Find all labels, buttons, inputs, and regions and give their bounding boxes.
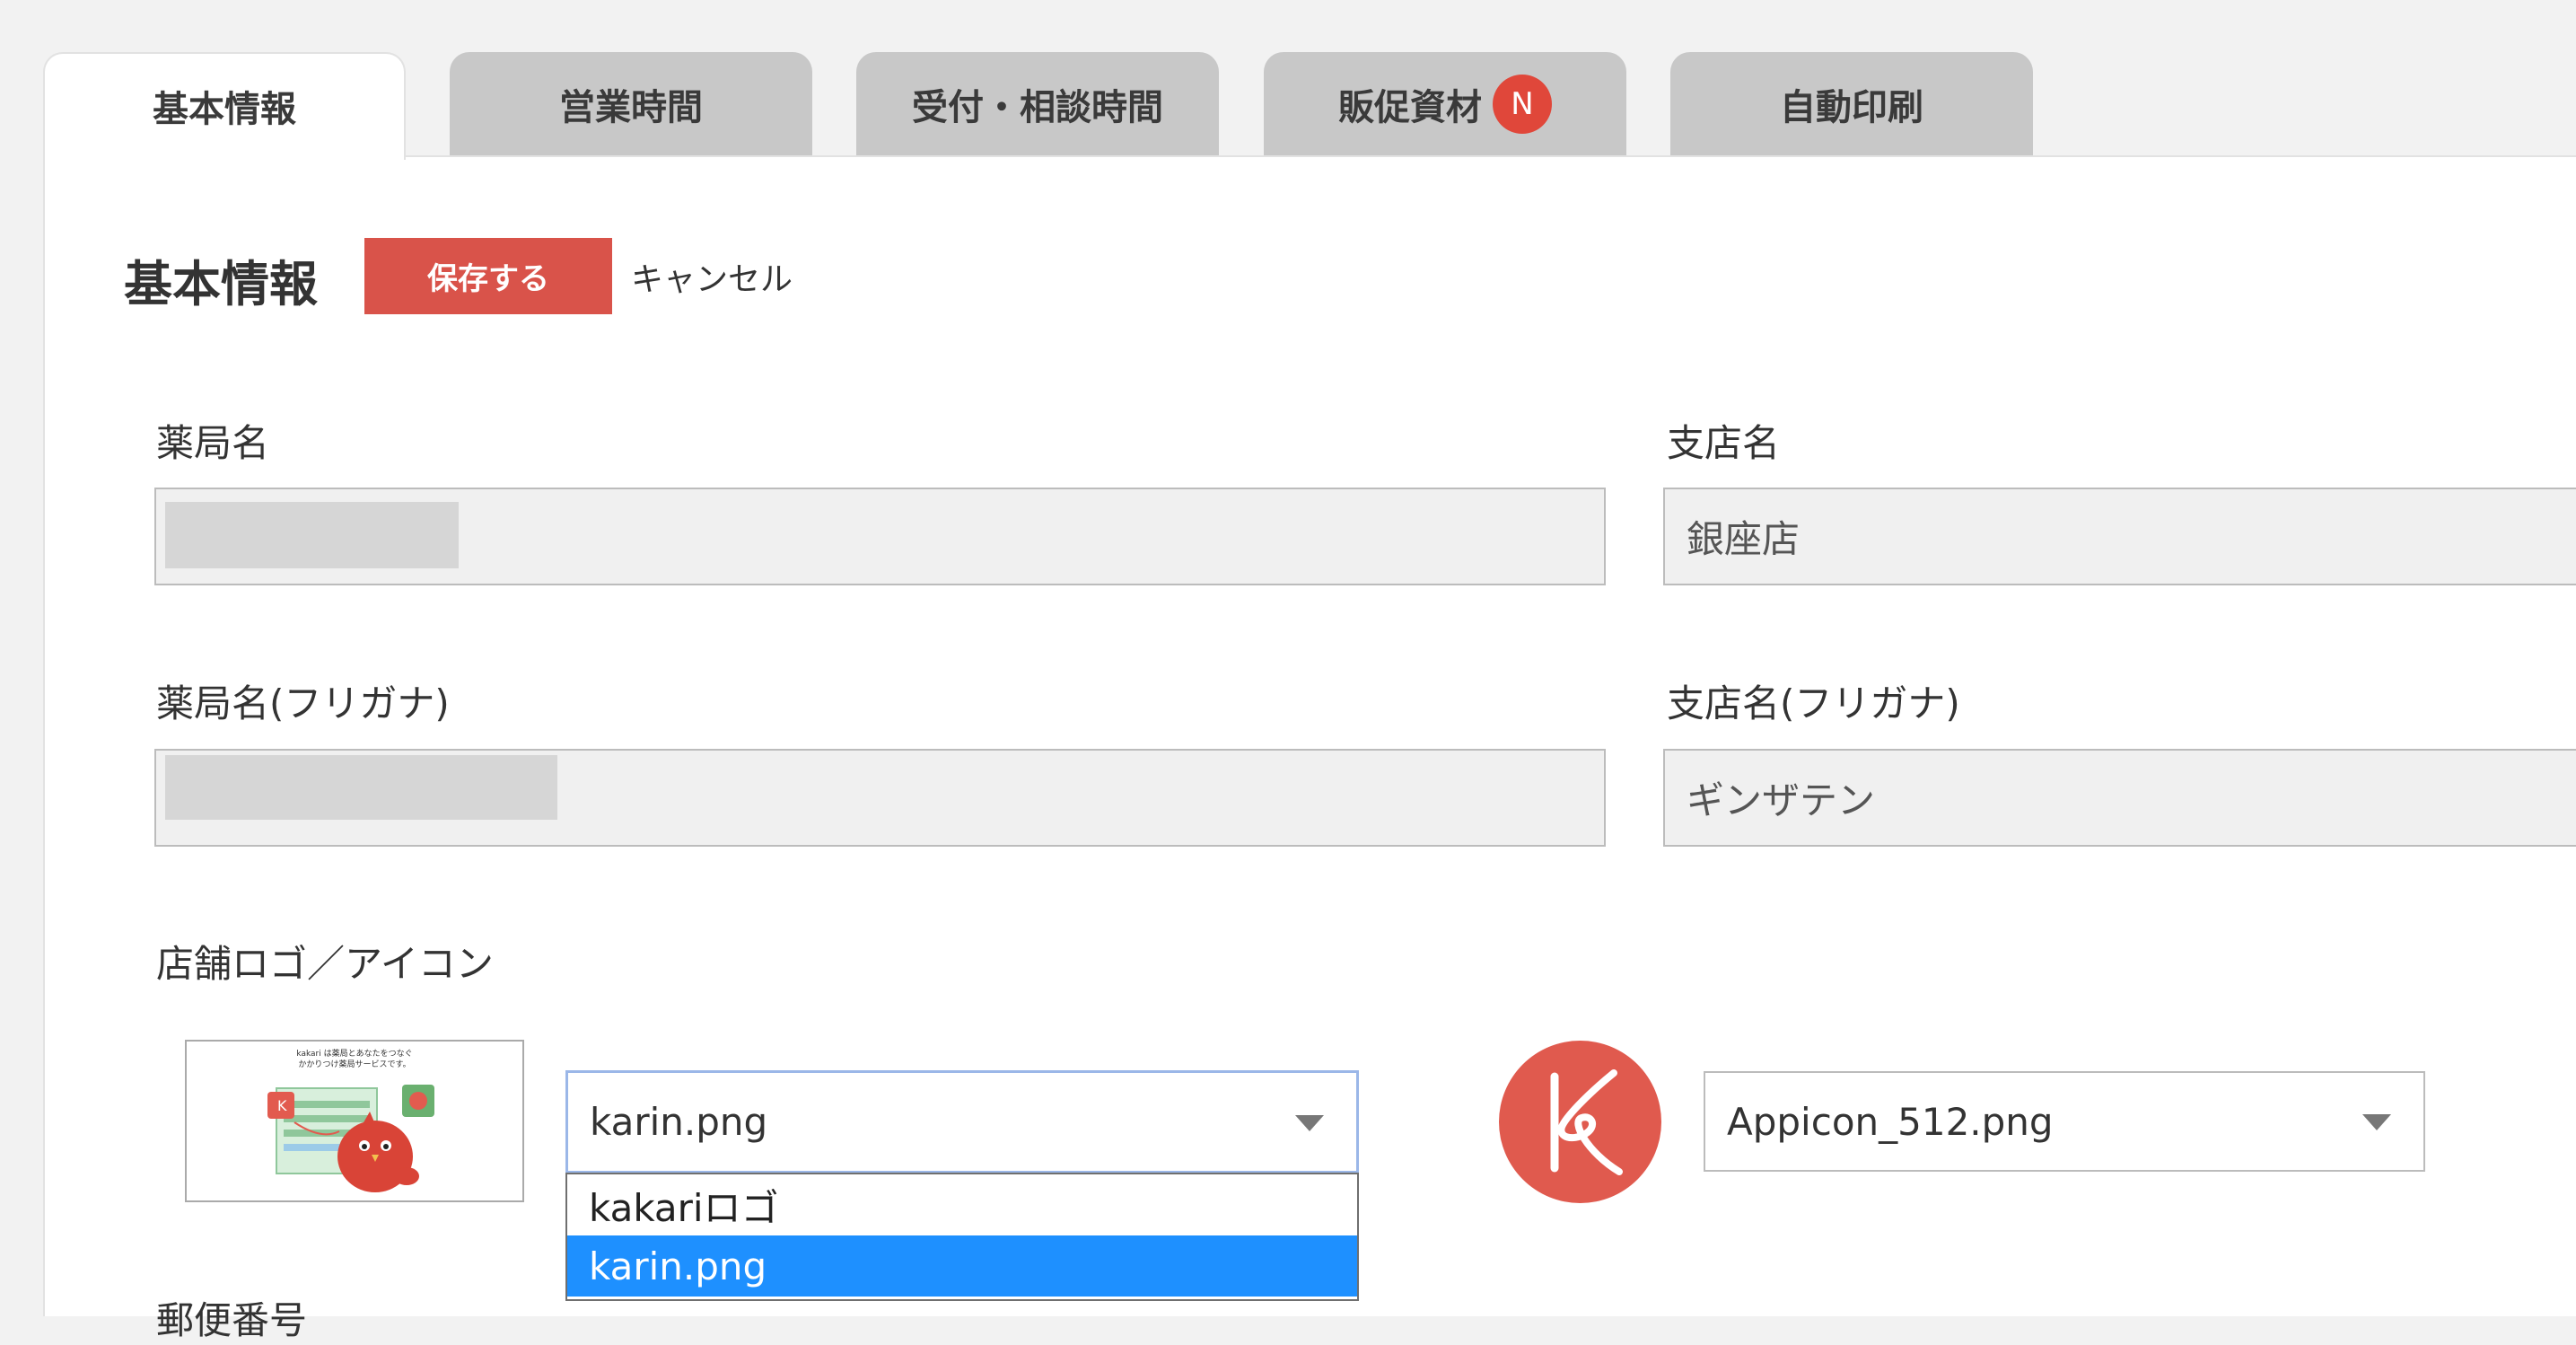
logo-icon-label: 店舗ロゴ／アイコン [156, 942, 494, 986]
branch-kana-field[interactable]: ギンザテン [1663, 749, 2576, 847]
tab-bar: 基本情報 営業時間 受付・相談時間 販促資材 N 自動印刷 [0, 0, 2576, 160]
branch-name-label: 支店名 [1667, 421, 1781, 465]
icon-select[interactable]: Appicon_512.png [1704, 1071, 2425, 1172]
dropdown-option[interactable]: kakariロゴ [567, 1174, 1357, 1235]
redacted-block [165, 502, 459, 568]
cancel-link[interactable]: キャンセル [631, 253, 793, 300]
logo-select-value: karin.png [590, 1100, 768, 1144]
branch-name-field[interactable]: 銀座店 [1663, 488, 2576, 585]
mascot-illustration: K [267, 1085, 434, 1192]
tab-label: 基本情報 [153, 89, 296, 130]
tab-promo-materials[interactable]: 販促資材 N [1264, 52, 1626, 157]
tab-reception-hours[interactable]: 受付・相談時間 [856, 52, 1219, 157]
kakari-logo-icon [1550, 1069, 1623, 1175]
tab-business-hours[interactable]: 営業時間 [450, 52, 812, 157]
logo-thumbnail: kakari は薬局とあなたをつなぐ かかりつけ薬局サービスです。 K [185, 1040, 524, 1202]
pharmacy-name-label: 薬局名 [156, 421, 270, 465]
icon-select-value: Appicon_512.png [1727, 1099, 2054, 1144]
chevron-down-icon [1295, 1114, 1324, 1131]
tab-auto-print[interactable]: 自動印刷 [1670, 52, 2033, 157]
tab-basic-info[interactable]: 基本情報 [43, 52, 406, 160]
tab-label: 自動印刷 [1780, 86, 1923, 128]
svg-text:K: K [277, 1097, 287, 1114]
save-button[interactable]: 保存する [364, 238, 612, 314]
dropdown-option-selected[interactable]: karin.png [567, 1235, 1357, 1297]
tab-label: 受付・相談時間 [912, 86, 1163, 128]
redacted-block [165, 755, 557, 820]
pharmacy-kana-label: 薬局名(フリガナ) [156, 681, 450, 725]
app-icon-preview [1499, 1041, 1661, 1203]
logo-select[interactable]: karin.png [565, 1070, 1359, 1174]
branch-kana-value: ギンザテン [1687, 778, 1876, 822]
tab-label: 営業時間 [559, 86, 703, 128]
branch-kana-label: 支店名(フリガナ) [1667, 681, 1960, 725]
postal-code-label: 郵便番号 [156, 1298, 308, 1342]
logo-dropdown-list: kakariロゴ karin.png [565, 1173, 1359, 1301]
branch-name-value: 銀座店 [1687, 517, 1801, 561]
chevron-down-icon [2362, 1114, 2391, 1130]
tab-label: 販促資材 [1338, 86, 1482, 128]
new-badge: N [1493, 74, 1552, 134]
page-title: 基本情報 [124, 256, 318, 312]
